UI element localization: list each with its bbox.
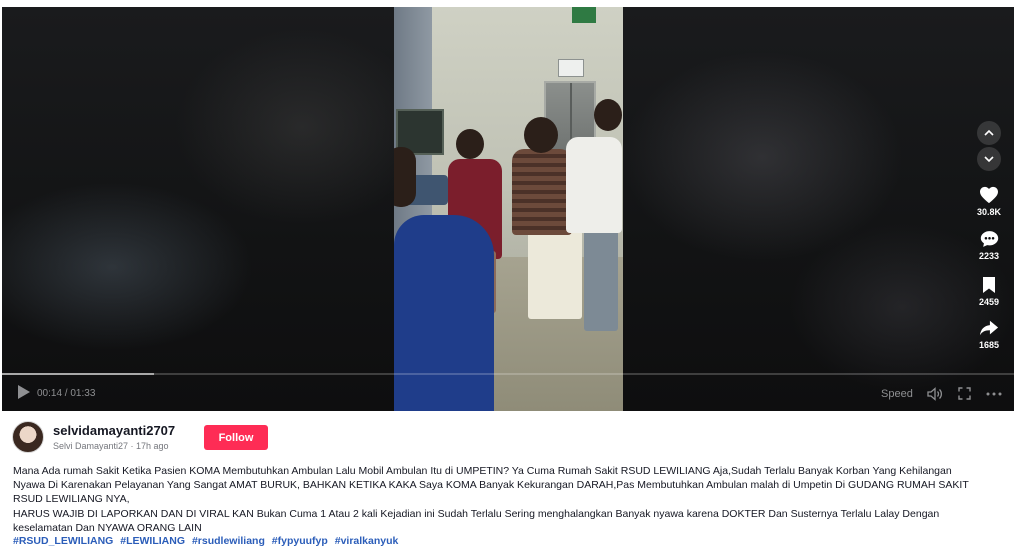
avatar[interactable]: [12, 421, 44, 453]
video-exit-sign: [572, 7, 596, 23]
volume-icon[interactable]: [927, 387, 943, 401]
video-person-striped-head: [524, 117, 558, 153]
comment-button[interactable]: 2233: [970, 230, 1008, 261]
video-person-striped-legs: [528, 227, 582, 319]
description-line: keselamatan Dan NYAWA ORANG LAIN: [13, 521, 202, 534]
previous-video-button[interactable]: [977, 121, 1001, 145]
heart-icon: [980, 186, 998, 204]
video-frame[interactable]: [394, 7, 623, 411]
description-line: RSUD LEWILIANG NYA,: [13, 493, 130, 506]
description-line: Nyawa Di Karenakan Pelayanan Yang Sangat…: [13, 479, 969, 492]
hashtag-link[interactable]: #fypyuufyp: [272, 535, 328, 547]
progress-fill: [2, 373, 154, 375]
video-person-blue-head: [394, 147, 416, 207]
hashtag-list: #RSUD_LEWILIANG #LEWILIANG #rsudlewilian…: [13, 535, 402, 547]
video-person-white-legs: [584, 227, 618, 331]
chevron-down-icon: [984, 156, 994, 163]
video-description: Mana Ada rumah Sakit Ketika Pasien KOMA …: [13, 464, 1003, 535]
play-icon[interactable]: [18, 385, 30, 399]
fullscreen-icon[interactable]: [958, 387, 971, 400]
like-count: 30.8K: [976, 207, 1002, 217]
save-count: 2459: [978, 297, 1000, 307]
player-controls: 00:14 / 01:33 Speed: [2, 380, 1014, 408]
more-icon[interactable]: [986, 392, 1002, 396]
video-person-white-head: [594, 99, 622, 131]
comment-icon: [980, 231, 998, 247]
video-page: 30.8K 2233 2459 1685 00:14 / 01:33 Speed…: [0, 0, 1022, 559]
hashtag-link[interactable]: #LEWILIANG: [120, 535, 185, 547]
video-info: selvidamayanti2707 Selvi Damayanti27 · 1…: [0, 411, 1022, 559]
share-button[interactable]: 1685: [970, 319, 1008, 350]
bookmark-icon: [983, 277, 995, 293]
chevron-up-icon: [984, 129, 994, 136]
playback-time: 00:14 / 01:33: [37, 388, 96, 399]
author-subline: Selvi Damayanti27 · 17h ago: [53, 441, 169, 451]
save-button[interactable]: 2459: [970, 276, 1008, 307]
share-count: 1685: [978, 340, 1000, 350]
hashtag-link[interactable]: #RSUD_LEWILIANG: [13, 535, 113, 547]
speed-button[interactable]: Speed: [881, 388, 913, 400]
like-button[interactable]: 30.8K: [970, 186, 1008, 217]
hashtag-link[interactable]: #rsudlewiliang: [192, 535, 265, 547]
share-icon: [979, 320, 999, 336]
hashtag-link[interactable]: #viralkanyuk: [335, 535, 399, 547]
video-person-striped: [512, 149, 572, 235]
description-line: Mana Ada rumah Sakit Ketika Pasien KOMA …: [13, 465, 952, 477]
video-player[interactable]: 30.8K 2233 2459 1685: [2, 7, 1014, 411]
video-person-red-head: [456, 129, 484, 159]
progress-bar[interactable]: [2, 373, 1014, 375]
video-person-white: [566, 137, 622, 233]
description-line: HARUS WAJIB DI LAPORKAN DAN DI VIRAL KAN…: [13, 507, 940, 520]
comment-count: 2233: [978, 251, 1000, 261]
follow-button[interactable]: Follow: [204, 425, 268, 450]
video-door-sign: [558, 59, 584, 77]
author-username[interactable]: selvidamayanti2707: [53, 423, 175, 438]
next-video-button[interactable]: [977, 147, 1001, 171]
